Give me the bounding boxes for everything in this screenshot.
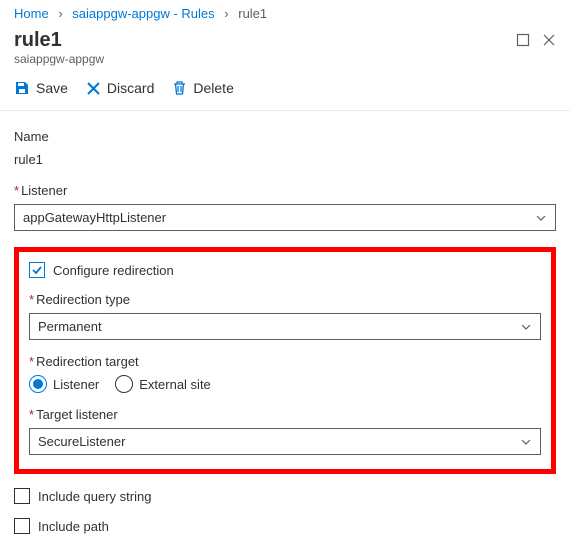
form: Name rule1 *Listener appGatewayHttpListe… xyxy=(0,111,570,554)
radio-icon xyxy=(115,375,133,393)
discard-icon xyxy=(86,81,101,96)
include-path-checkbox[interactable]: Include path xyxy=(14,518,556,534)
breadcrumb-parent[interactable]: saiappgw-appgw - Rules xyxy=(72,6,214,21)
delete-button[interactable]: Delete xyxy=(172,80,233,96)
close-icon[interactable] xyxy=(542,33,556,47)
listener-label: *Listener xyxy=(14,183,556,198)
radio-icon xyxy=(29,375,47,393)
redirection-type-field: *Redirection type Permanent xyxy=(29,292,541,340)
redirection-type-value: Permanent xyxy=(38,319,102,334)
target-listener-value: SecureListener xyxy=(38,434,125,449)
page-subtitle: saiappgw-appgw xyxy=(14,52,516,66)
redirection-target-label: *Redirection target xyxy=(29,354,541,369)
include-query-string-label: Include query string xyxy=(38,489,151,504)
redirection-target-listener-radio[interactable]: Listener xyxy=(29,375,99,393)
breadcrumb-separator: › xyxy=(58,6,62,21)
chevron-down-icon xyxy=(520,436,532,448)
discard-button[interactable]: Discard xyxy=(86,80,154,96)
chevron-down-icon xyxy=(520,321,532,333)
checkbox-icon xyxy=(14,488,30,504)
radio-label-listener: Listener xyxy=(53,377,99,392)
save-button[interactable]: Save xyxy=(14,80,68,96)
redirection-type-select[interactable]: Permanent xyxy=(29,313,541,340)
chevron-down-icon xyxy=(535,212,547,224)
include-query-string-checkbox[interactable]: Include query string xyxy=(14,488,556,504)
breadcrumb-separator: › xyxy=(224,6,228,21)
listener-select[interactable]: appGatewayHttpListener xyxy=(14,204,556,231)
configure-redirection-checkbox[interactable]: Configure redirection xyxy=(29,262,541,278)
redirection-section: Configure redirection *Redirection type … xyxy=(14,247,556,474)
target-listener-label: *Target listener xyxy=(29,407,541,422)
breadcrumb-current: rule1 xyxy=(238,6,267,21)
include-path-label: Include path xyxy=(38,519,109,534)
name-field: Name rule1 xyxy=(14,129,556,169)
redirection-type-label: *Redirection type xyxy=(29,292,541,307)
target-listener-field: *Target listener SecureListener xyxy=(29,407,541,455)
redirection-target-field: *Redirection target Listener External si… xyxy=(29,354,541,393)
configure-redirection-label: Configure redirection xyxy=(53,263,174,278)
breadcrumb: Home › saiappgw-appgw - Rules › rule1 xyxy=(0,0,570,27)
restore-window-icon[interactable] xyxy=(516,33,530,47)
checkbox-icon xyxy=(14,518,30,534)
target-listener-select[interactable]: SecureListener xyxy=(29,428,541,455)
name-value: rule1 xyxy=(14,150,556,169)
save-label: Save xyxy=(36,80,68,96)
listener-field: *Listener appGatewayHttpListener xyxy=(14,183,556,231)
name-label: Name xyxy=(14,129,556,144)
delete-label: Delete xyxy=(193,80,233,96)
page-header: rule1 saiappgw-appgw xyxy=(0,27,570,66)
redirection-target-external-radio[interactable]: External site xyxy=(115,375,211,393)
toolbar: Save Discard Delete xyxy=(0,66,570,111)
delete-icon xyxy=(172,80,187,96)
listener-select-value: appGatewayHttpListener xyxy=(23,210,166,225)
save-icon xyxy=(14,80,30,96)
breadcrumb-home[interactable]: Home xyxy=(14,6,49,21)
checkbox-icon xyxy=(29,262,45,278)
page-title: rule1 xyxy=(14,29,516,52)
radio-label-external: External site xyxy=(139,377,211,392)
discard-label: Discard xyxy=(107,80,154,96)
